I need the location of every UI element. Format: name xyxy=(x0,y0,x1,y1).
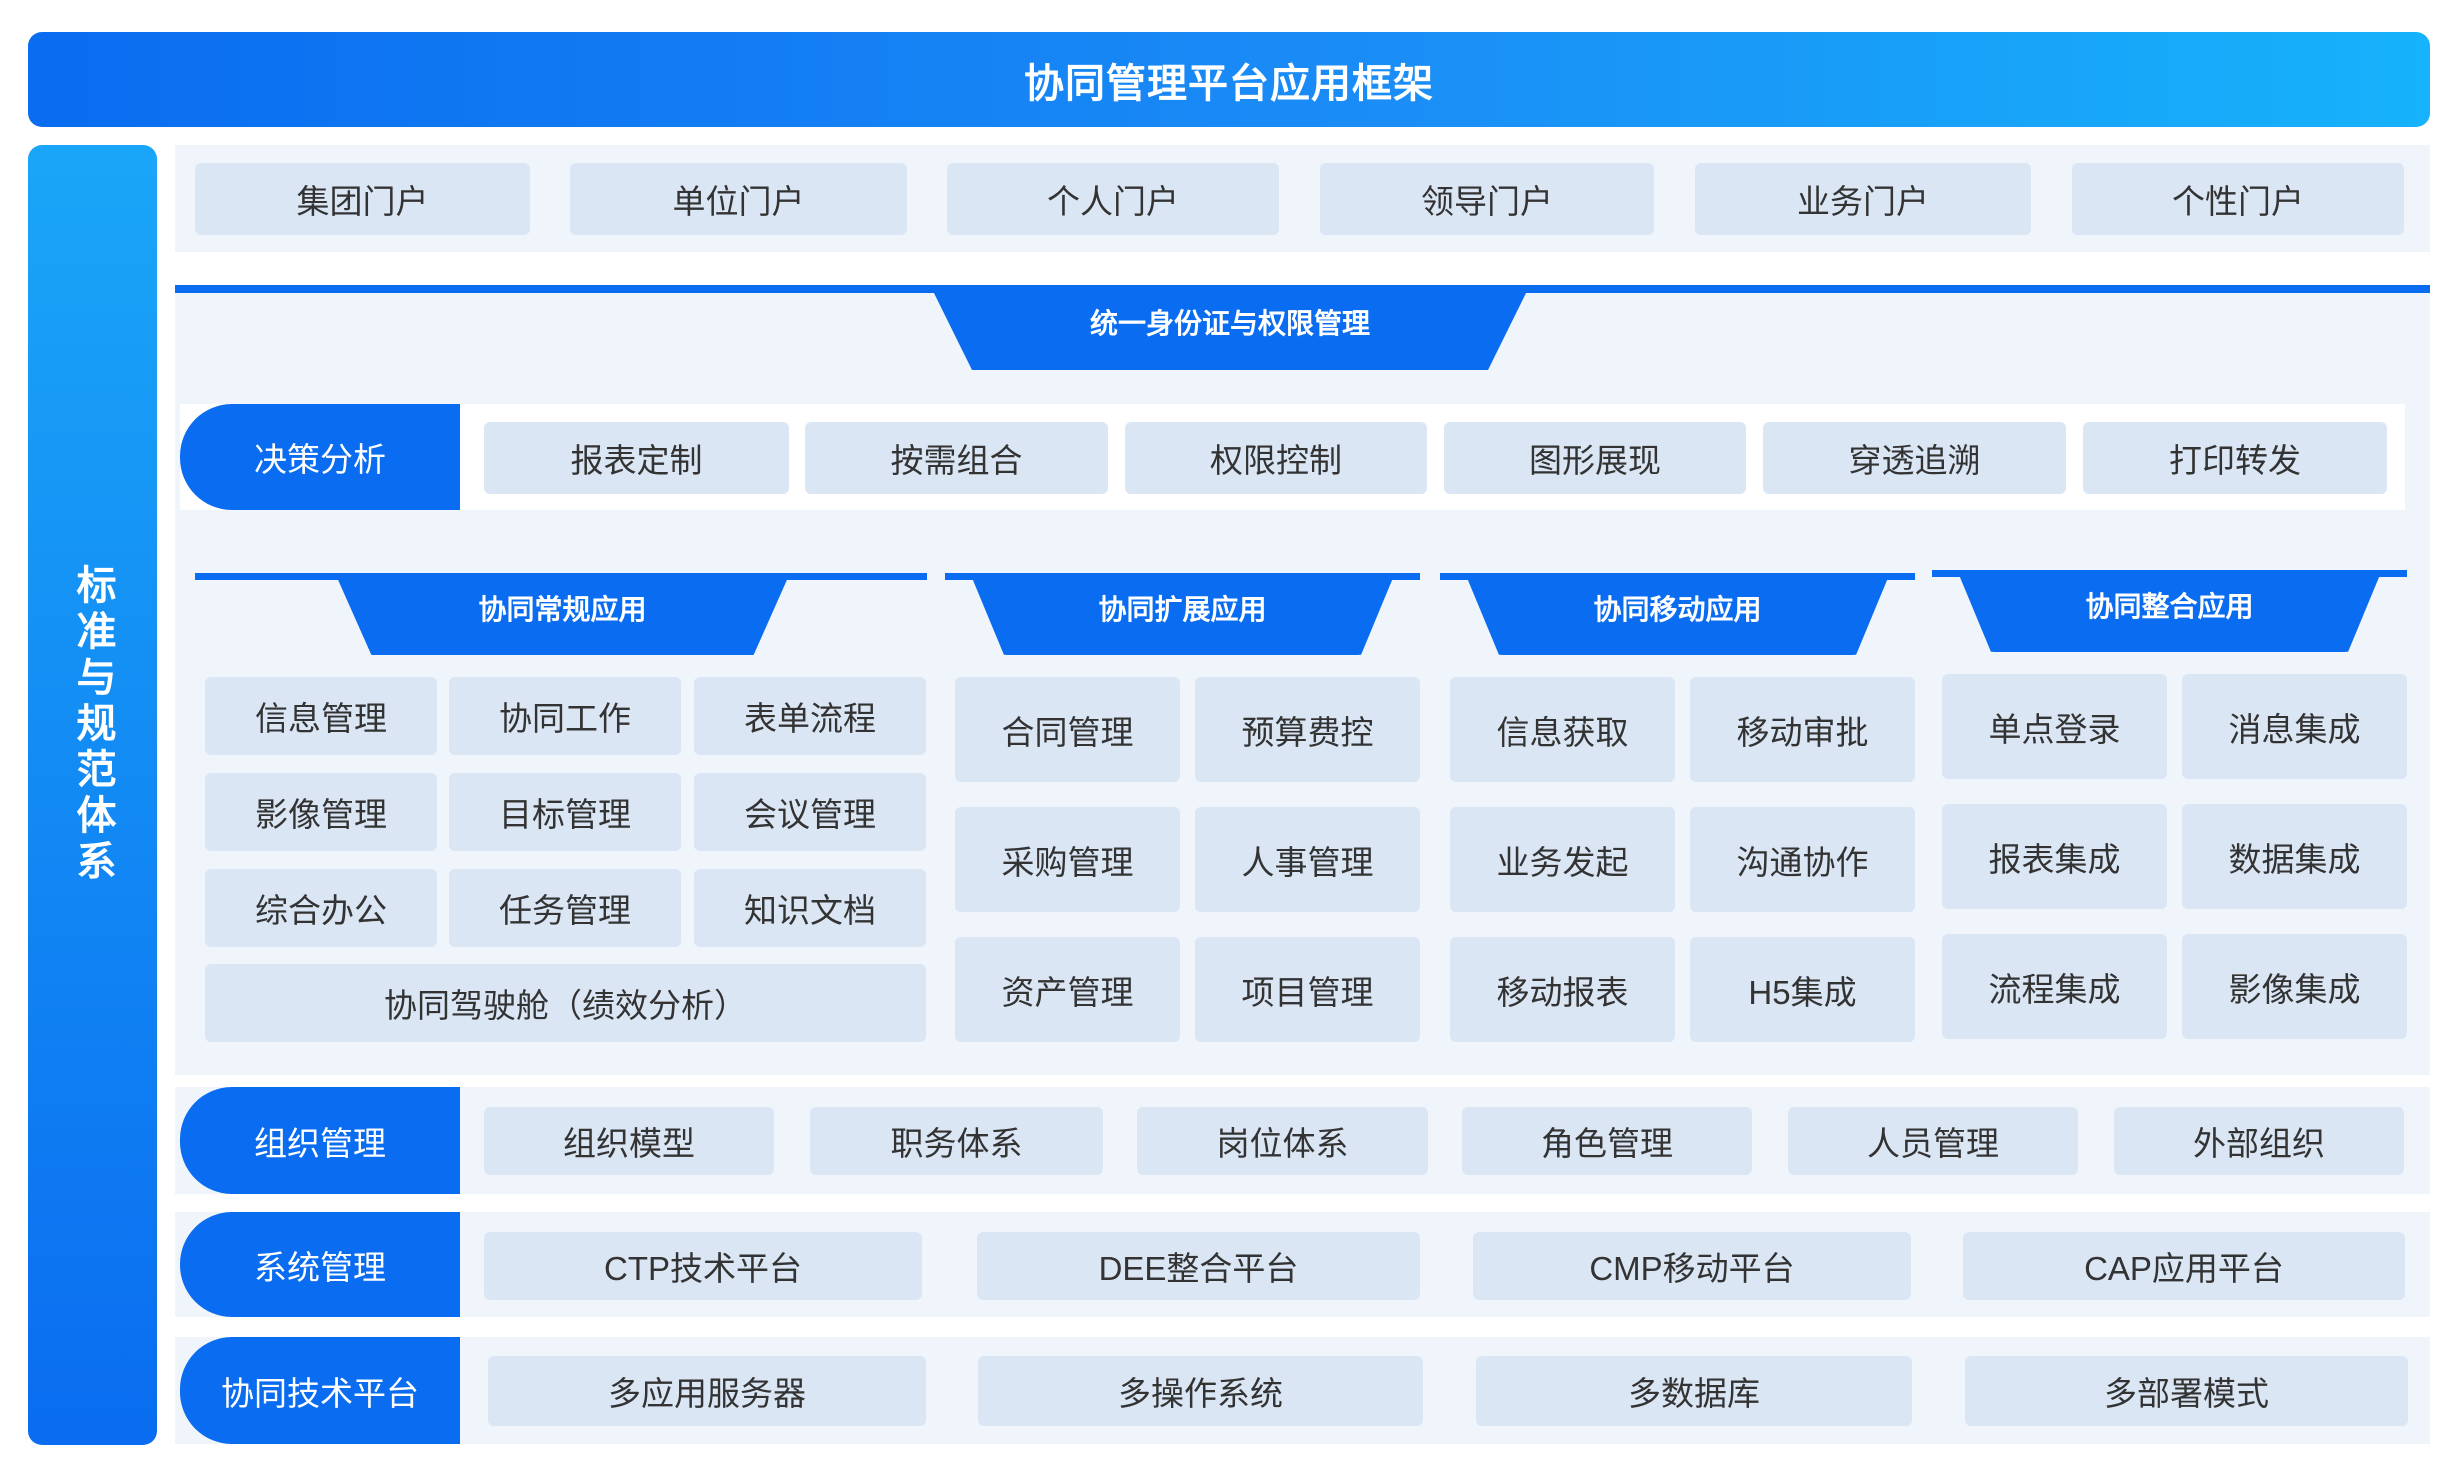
portal-item: 个人门户 xyxy=(947,163,1279,235)
mobile-app-item: 信息获取 xyxy=(1450,677,1675,782)
mobile-app-item: 沟通协作 xyxy=(1690,807,1915,912)
diagram-title: 协同管理平台应用框架 xyxy=(1024,61,1434,106)
standards-label: 标准与规范体系 xyxy=(70,564,115,886)
extended-app-item: 资产管理 xyxy=(955,937,1180,1042)
portal-item: 单位门户 xyxy=(570,163,907,235)
regular-app-item: 表单流程 xyxy=(694,677,926,755)
mobile-app-item: 业务发起 xyxy=(1450,807,1675,912)
integration-app-item: 消息集成 xyxy=(2182,674,2407,779)
extended-group-tab: 协同扩展应用 xyxy=(970,573,1395,655)
decision-item: 图形展现 xyxy=(1444,422,1746,494)
integration-app-item: 影像集成 xyxy=(2182,934,2407,1039)
mobile-app-item: 移动审批 xyxy=(1690,677,1915,782)
system-item: CAP应用平台 xyxy=(1963,1232,2405,1300)
portal-item: 集团门户 xyxy=(195,163,530,235)
org-item: 人员管理 xyxy=(1788,1107,2078,1175)
regular-app-item: 信息管理 xyxy=(205,677,437,755)
extended-app-item: 预算费控 xyxy=(1195,677,1420,782)
org-item: 外部组织 xyxy=(2114,1107,2404,1175)
integration-group-tab: 协同整合应用 xyxy=(1957,570,2382,652)
cockpit-item: 协同驾驶舱（绩效分析） xyxy=(205,964,926,1042)
mobile-group-tab: 协同移动应用 xyxy=(1465,573,1890,655)
decision-item: 按需组合 xyxy=(805,422,1108,494)
integration-app-item: 报表集成 xyxy=(1942,804,2167,909)
tech-label: 协同技术平台 xyxy=(180,1337,460,1444)
tech-item: 多数据库 xyxy=(1476,1356,1912,1426)
tech-item: 多操作系统 xyxy=(978,1356,1423,1426)
extended-app-item: 人事管理 xyxy=(1195,807,1420,912)
identity-tab: 统一身份证与权限管理 xyxy=(930,285,1530,370)
system-item: CMP移动平台 xyxy=(1473,1232,1911,1300)
portal-item: 个性门户 xyxy=(2072,163,2404,235)
decision-item: 打印转发 xyxy=(2083,422,2387,494)
system-item: CTP技术平台 xyxy=(484,1232,922,1300)
integration-app-item: 数据集成 xyxy=(2182,804,2407,909)
tech-item: 多部署模式 xyxy=(1965,1356,2408,1426)
decision-label: 决策分析 xyxy=(180,404,460,510)
regular-app-item: 任务管理 xyxy=(449,869,681,947)
regular-app-item: 会议管理 xyxy=(694,773,926,851)
system-item: DEE整合平台 xyxy=(977,1232,1420,1300)
extended-app-item: 项目管理 xyxy=(1195,937,1420,1042)
integration-app-item: 流程集成 xyxy=(1942,934,2167,1039)
portal-item: 业务门户 xyxy=(1695,163,2031,235)
regular-app-item: 知识文档 xyxy=(694,869,926,947)
org-item: 组织模型 xyxy=(484,1107,774,1175)
tech-item: 多应用服务器 xyxy=(488,1356,926,1426)
regular-app-item: 目标管理 xyxy=(449,773,681,851)
regular-group-tab: 协同常规应用 xyxy=(335,573,790,655)
org-label: 组织管理 xyxy=(180,1087,460,1194)
regular-app-item: 影像管理 xyxy=(205,773,437,851)
system-label: 系统管理 xyxy=(180,1212,460,1317)
org-item: 职务体系 xyxy=(810,1107,1103,1175)
regular-app-item: 协同工作 xyxy=(449,677,681,755)
decision-item: 权限控制 xyxy=(1125,422,1427,494)
portal-item: 领导门户 xyxy=(1320,163,1654,235)
org-item: 角色管理 xyxy=(1462,1107,1752,1175)
mobile-app-item: 移动报表 xyxy=(1450,937,1675,1042)
title-bar: 协同管理平台应用框架 xyxy=(28,32,2430,127)
extended-app-item: 合同管理 xyxy=(955,677,1180,782)
extended-app-item: 采购管理 xyxy=(955,807,1180,912)
org-item: 岗位体系 xyxy=(1137,1107,1428,1175)
integration-app-item: 单点登录 xyxy=(1942,674,2167,779)
decision-item: 报表定制 xyxy=(484,422,789,494)
mobile-app-item: H5集成 xyxy=(1690,937,1915,1042)
decision-item: 穿透追溯 xyxy=(1763,422,2066,494)
standards-sidebar: 标准与规范体系 xyxy=(28,145,157,1445)
regular-app-item: 综合办公 xyxy=(205,869,437,947)
